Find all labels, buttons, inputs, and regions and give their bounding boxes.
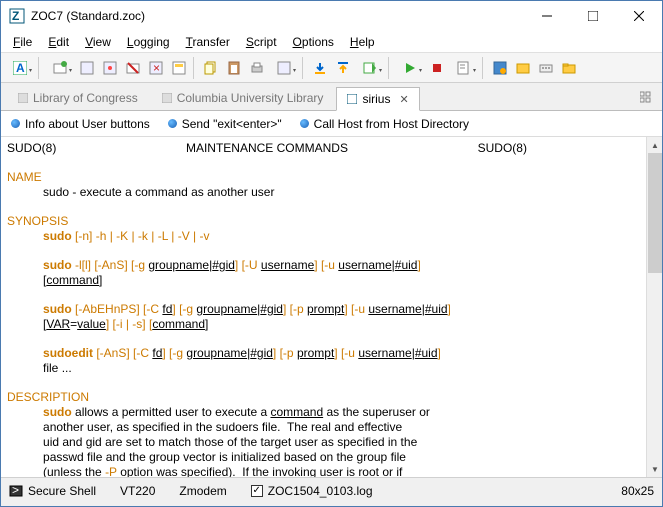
print-button[interactable] bbox=[246, 57, 268, 79]
tab-overflow-button[interactable] bbox=[636, 88, 656, 106]
options-button[interactable] bbox=[489, 57, 511, 79]
window-title: ZOC7 (Standard.zoc) bbox=[31, 9, 524, 23]
tab-columbia[interactable]: Columbia University Library bbox=[151, 86, 335, 110]
menu-edit[interactable]: Edit bbox=[40, 33, 77, 51]
scroll-thumb[interactable] bbox=[648, 153, 662, 273]
toolbar: A × bbox=[1, 53, 662, 83]
tab-sirius[interactable]: sirius ✕ bbox=[336, 87, 419, 111]
user-button-info[interactable]: Info about User buttons bbox=[11, 117, 150, 131]
tab-label: Columbia University Library bbox=[177, 91, 324, 105]
app-icon: Z bbox=[9, 8, 25, 24]
scroll-up-icon[interactable]: ▲ bbox=[647, 137, 662, 153]
bullet-icon bbox=[11, 119, 20, 128]
maximize-button[interactable] bbox=[570, 1, 616, 31]
properties-button[interactable] bbox=[168, 57, 190, 79]
tab-label: Library of Congress bbox=[33, 91, 138, 105]
download-button[interactable] bbox=[309, 57, 331, 79]
close-button[interactable] bbox=[616, 1, 662, 31]
save-session-button[interactable] bbox=[76, 57, 98, 79]
bullet-icon bbox=[300, 119, 309, 128]
status-size: 80x25 bbox=[621, 484, 654, 498]
svg-text:>: > bbox=[12, 484, 19, 497]
user-button-label: Info about User buttons bbox=[25, 117, 150, 131]
tab-bar: Library of Congress Columbia University … bbox=[1, 83, 662, 111]
minimize-button[interactable] bbox=[524, 1, 570, 31]
svg-text:A: A bbox=[16, 61, 25, 75]
svg-text:Z: Z bbox=[12, 9, 19, 23]
svg-text:×: × bbox=[153, 61, 160, 75]
user-button-label: Send "exit<enter>" bbox=[182, 117, 282, 131]
shell-icon: > bbox=[9, 484, 23, 498]
status-protocol[interactable]: Zmodem bbox=[179, 484, 226, 498]
menu-file[interactable]: File bbox=[5, 33, 40, 51]
menu-help[interactable]: Help bbox=[342, 33, 383, 51]
doc-icon bbox=[162, 93, 172, 103]
title-bar: Z ZOC7 (Standard.zoc) bbox=[1, 1, 662, 31]
tab-library-of-congress[interactable]: Library of Congress bbox=[7, 86, 149, 110]
bullet-icon bbox=[168, 119, 177, 128]
menu-script[interactable]: Script bbox=[238, 33, 285, 51]
copy-button[interactable] bbox=[200, 57, 222, 79]
log-checkbox-icon[interactable]: ✓ bbox=[251, 485, 263, 497]
user-button-call-host[interactable]: Call Host from Host Directory bbox=[300, 117, 469, 131]
disconnect-button[interactable] bbox=[122, 57, 144, 79]
user-buttons-bar: Info about User buttons Send "exit<enter… bbox=[1, 111, 662, 137]
tab-label: sirius bbox=[362, 92, 390, 106]
status-connection[interactable]: > Secure Shell bbox=[9, 484, 96, 498]
status-emulation[interactable]: VT220 bbox=[120, 484, 155, 498]
edit-script-button[interactable] bbox=[449, 57, 479, 79]
doc-icon bbox=[18, 93, 28, 103]
close-tab-button[interactable]: × bbox=[145, 57, 167, 79]
menu-logging[interactable]: Logging bbox=[119, 33, 178, 51]
run-script-button[interactable] bbox=[395, 57, 425, 79]
tab-close-icon[interactable]: ✕ bbox=[399, 93, 408, 106]
font-button[interactable]: A bbox=[5, 57, 35, 79]
terminal-pane[interactable]: SUDO(8) MAINTENANCE COMMANDS SUDO(8) NAM… bbox=[1, 137, 662, 477]
menu-view[interactable]: View bbox=[77, 33, 119, 51]
keyboard-button[interactable] bbox=[535, 57, 557, 79]
user-button-label: Call Host from Host Directory bbox=[314, 117, 469, 131]
clear-button[interactable] bbox=[269, 57, 299, 79]
scroll-down-icon[interactable]: ▼ bbox=[647, 461, 662, 477]
doc-icon bbox=[347, 94, 357, 104]
menu-transfer[interactable]: Transfer bbox=[178, 33, 238, 51]
terminal-scrollbar[interactable]: ▲ ▼ bbox=[646, 137, 662, 477]
send-text-button[interactable] bbox=[355, 57, 385, 79]
upload-button[interactable] bbox=[332, 57, 354, 79]
user-button-send-exit[interactable]: Send "exit<enter>" bbox=[168, 117, 282, 131]
menu-bar: File Edit View Logging Transfer Script O… bbox=[1, 31, 662, 53]
status-bar: > Secure Shell VT220 Zmodem ✓ ZOC1504_01… bbox=[1, 477, 662, 503]
paste-button[interactable] bbox=[223, 57, 245, 79]
terminal-content: SUDO(8) MAINTENANCE COMMANDS SUDO(8) NAM… bbox=[1, 137, 662, 477]
hostdir-button[interactable] bbox=[512, 57, 534, 79]
capture-button[interactable] bbox=[99, 57, 121, 79]
explorer-button[interactable] bbox=[558, 57, 580, 79]
status-logging[interactable]: ✓ ZOC1504_0103.log bbox=[251, 484, 373, 498]
stop-script-button[interactable] bbox=[426, 57, 448, 79]
new-session-button[interactable] bbox=[45, 57, 75, 79]
menu-options[interactable]: Options bbox=[285, 33, 342, 51]
